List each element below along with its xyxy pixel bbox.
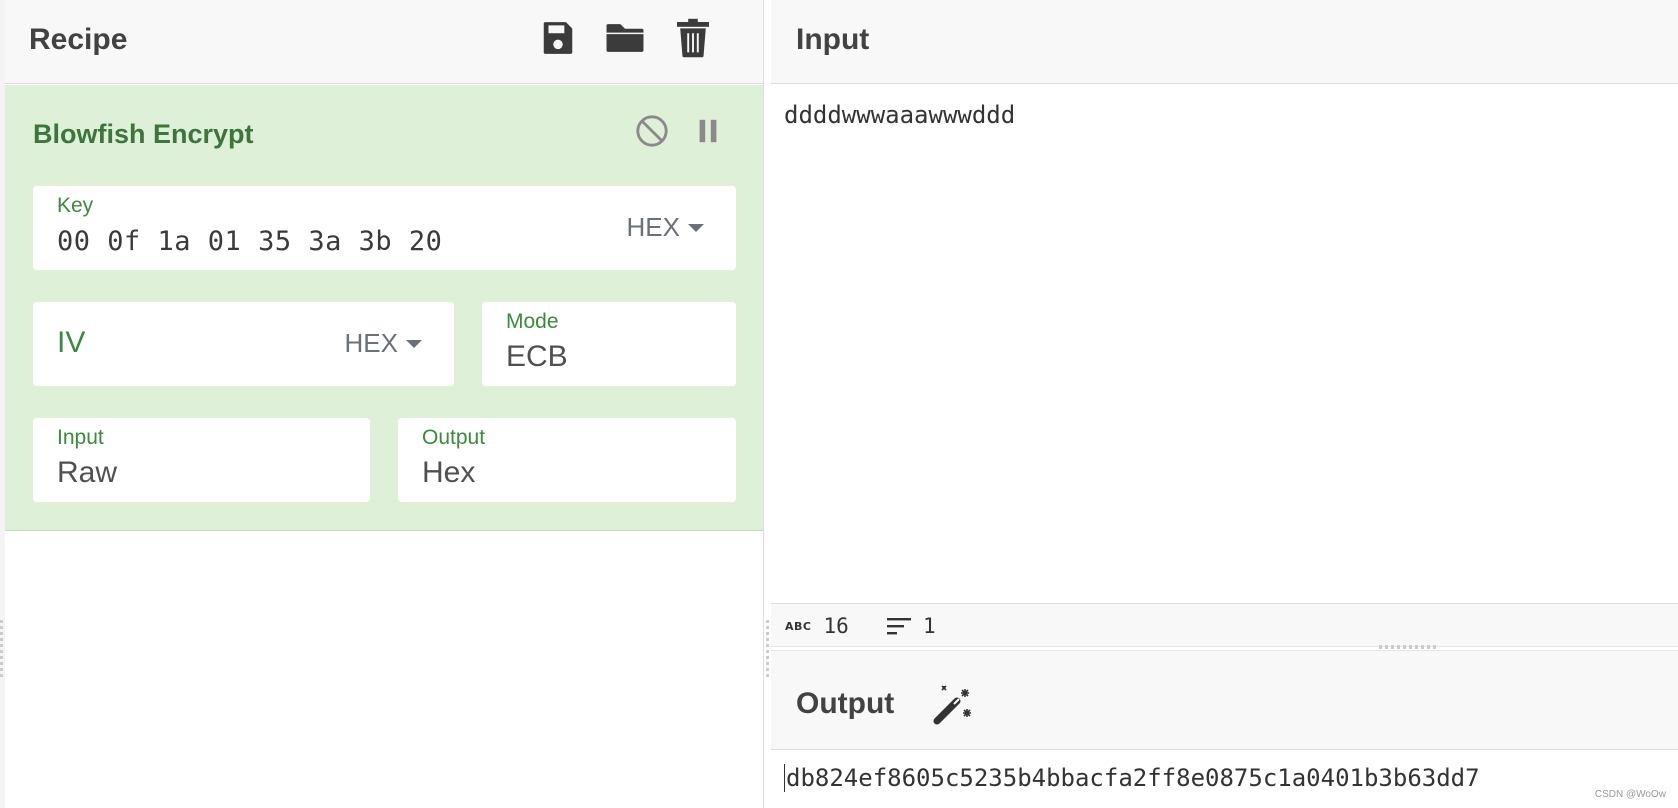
abc-icon: ABC — [785, 619, 812, 633]
row-resize-handle[interactable] — [1379, 645, 1439, 649]
key-label: Key — [57, 194, 94, 217]
io-panel: Input ddddwwwaaawwwddd ABC 16 1 Output d… — [771, 0, 1678, 808]
input-format-field[interactable]: Input Raw — [33, 418, 370, 502]
input-status-bar: ABC 16 1 — [771, 603, 1678, 647]
disable-icon[interactable] — [632, 111, 672, 151]
output-title: Output — [796, 687, 895, 720]
recipe-header: Recipe — [5, 0, 763, 84]
save-icon[interactable] — [538, 18, 578, 58]
output-format-field[interactable]: Output Hex — [398, 418, 736, 502]
column-resize-handle[interactable] — [766, 620, 769, 680]
output-textarea[interactable]: db824ef8605c5235b4bbacfa2ff8e0875c1a0401… — [771, 751, 1678, 808]
trash-icon[interactable] — [673, 18, 713, 58]
key-format-dropdown[interactable]: HEX — [627, 212, 704, 243]
output-format-label: Output — [422, 426, 486, 449]
lines-value: 1 — [923, 614, 936, 638]
chevron-down-icon — [406, 339, 422, 348]
input-format-label: Input — [57, 426, 104, 449]
output-text[interactable]: db824ef8605c5235b4bbacfa2ff8e0875c1a0401… — [784, 764, 1480, 792]
chevron-down-icon — [688, 223, 704, 232]
key-value[interactable]: 00 0f 1a 01 35 3a 3b 20 — [57, 226, 442, 257]
lines-stat: 1 — [887, 614, 936, 638]
operation-blowfish-encrypt[interactable]: Blowfish Encrypt Key 00 0f 1a 01 35 3a 3… — [5, 85, 763, 531]
lines-icon — [887, 618, 911, 635]
mode-value[interactable]: ECB — [506, 340, 568, 374]
input-header: Input — [771, 0, 1678, 84]
mode-field[interactable]: Mode ECB — [482, 302, 736, 386]
recipe-panel: Recipe Blowfish Encrypt Key 00 0f 1a 01 … — [0, 0, 764, 808]
input-textarea[interactable]: ddddwwwaaawwwddd — [771, 85, 1678, 603]
iv-format-label: HEX — [344, 328, 398, 358]
output-header: Output — [771, 650, 1678, 750]
iv-label: IV — [57, 326, 86, 359]
length-value: 16 — [823, 614, 849, 638]
output-format-value[interactable]: Hex — [422, 456, 475, 490]
input-title: Input — [796, 23, 870, 56]
input-format-value[interactable]: Raw — [57, 456, 117, 490]
folder-icon[interactable] — [605, 18, 645, 58]
recipe-resize-handle[interactable] — [0, 620, 3, 680]
magic-wand-icon[interactable] — [931, 683, 975, 727]
iv-format-dropdown[interactable]: HEX — [345, 328, 422, 359]
watermark: CSDN @WoOw — [1594, 789, 1666, 800]
recipe-title: Recipe — [29, 23, 128, 56]
mode-label: Mode — [506, 310, 559, 333]
input-text[interactable]: ddddwwwaaawwwddd — [784, 101, 1015, 129]
key-field[interactable]: Key 00 0f 1a 01 35 3a 3b 20 HEX — [33, 186, 736, 270]
length-stat: ABC 16 — [785, 614, 849, 638]
key-format-label: HEX — [626, 212, 680, 242]
iv-field[interactable]: IV HEX — [33, 302, 454, 386]
operation-title: Blowfish Encrypt — [33, 119, 254, 149]
pause-icon[interactable] — [688, 111, 728, 151]
